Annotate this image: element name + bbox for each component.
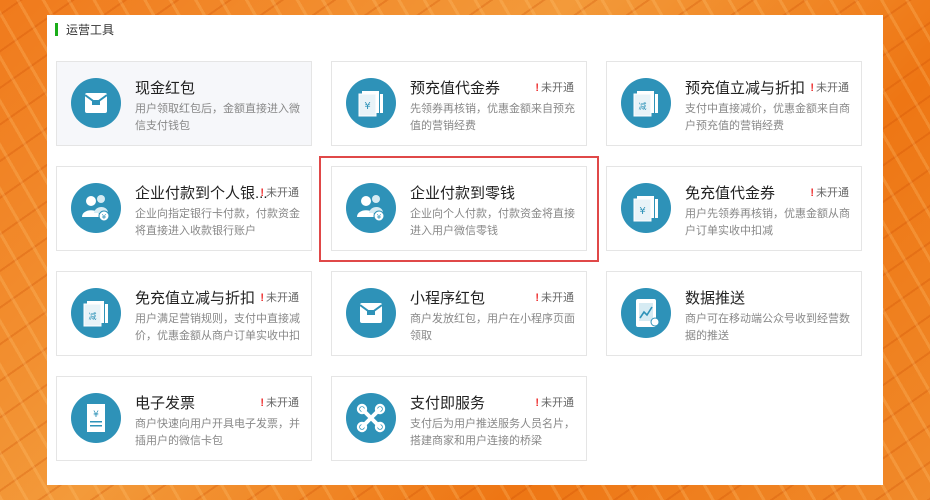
tool-card-title: 企业付款到零钱 [410, 185, 516, 202]
voucher-icon [346, 78, 396, 128]
warning-mark-icon: ! [260, 292, 264, 304]
tool-card-description: 用户满足营销规则，支付中直接减价，优惠金额从商户订单实收中扣 [135, 313, 300, 342]
status-label: 未开通 [541, 292, 574, 304]
status-badge: ! 未开通 [810, 184, 849, 200]
status-label: 未开通 [266, 292, 299, 304]
warning-mark-icon: ! [260, 187, 264, 199]
tool-card-title: 小程序红包 [410, 290, 486, 307]
status-label: 未开通 [266, 397, 299, 409]
tool-card-title: 现金红包 [135, 80, 196, 97]
status-badge: ! 未开通 [260, 394, 299, 410]
tool-card[interactable]: 企业付款到个人银... 企业向指定银行卡付款，付款资金将直接进入收款银行账户! 未开… [56, 166, 312, 251]
tool-card-description: 先领券再核销，优惠金额来自预充值的营销经费 [410, 103, 575, 132]
warning-mark-icon: ! [810, 82, 814, 94]
tablet-chart-icon [621, 288, 671, 338]
status-badge: ! 未开通 [260, 289, 299, 305]
tool-card[interactable]: 小程序红包 商户发放红包，用户在小程序页面领取! 未开通 [331, 271, 587, 356]
people-payment-icon [71, 183, 121, 233]
status-label: 未开通 [541, 82, 574, 94]
tool-card-title: 数据推送 [685, 290, 746, 307]
tool-card-description: 支付后为用户推送服务人员名片，搭建商家和用户连接的桥梁 [410, 418, 575, 447]
tool-card-title: 预充值立减与折扣 [685, 80, 806, 97]
warning-mark-icon: ! [535, 292, 539, 304]
status-badge: ! 未开通 [810, 79, 849, 95]
tool-card[interactable]: 现金红包用户领取红包后，金额直接进入微信支付钱包 [56, 61, 312, 146]
status-label: 未开通 [816, 187, 849, 199]
red-packet-icon [346, 288, 396, 338]
tool-card-title: 企业付款到个人银... [135, 185, 268, 202]
tool-card[interactable]: 预充值立减与折扣 支付中直接减价，优惠金额来自商户预充值的营销经费! 未开通 [606, 61, 862, 146]
tool-card[interactable]: 电子发票 商户快速向用户开具电子发票，并插用户的微信卡包! 未开通 [56, 376, 312, 461]
operation-tools-panel: 运营工具 现金红包用户领取红包后，金额直接进入微信支付钱包 预充值代金券先领券再核… [47, 15, 883, 485]
tool-card-description: 用户先领券再核销，优惠金额从商户订单实收中扣减 [685, 208, 850, 237]
status-label: 未开通 [816, 82, 849, 94]
warning-mark-icon: ! [535, 82, 539, 94]
tool-card[interactable]: 企业付款到零钱企业向个人付款，付款资金将直接进入用户微信零钱 [331, 166, 587, 251]
tool-card[interactable]: 免充值立减与折扣 用户满足营销规则，支付中直接减价，优惠金额从商户订单实收中扣! 未… [56, 271, 312, 356]
people-payment-icon [346, 183, 396, 233]
tool-card-title: 支付即服务 [410, 395, 486, 412]
status-label: 未开通 [541, 397, 574, 409]
tool-card[interactable]: 免充值代金券 用户先领券再核销，优惠金额从商户订单实收中扣减! 未开通 [606, 166, 862, 251]
tool-card-description: 企业向指定银行卡付款，付款资金将直接进入收款银行账户 [135, 208, 300, 237]
tool-card-description: 用户领取红包后，金额直接进入微信支付钱包 [135, 103, 300, 132]
tool-card-description: 企业向个人付款，付款资金将直接进入用户微信零钱 [410, 208, 575, 237]
status-badge: ! 未开通 [260, 184, 299, 200]
discount-icon [71, 288, 121, 338]
status-badge: ! 未开通 [535, 289, 574, 305]
invoice-icon [71, 393, 121, 443]
tool-card-description: 商户发放红包，用户在小程序页面领取 [410, 313, 575, 342]
voucher-icon [621, 183, 671, 233]
discount-icon [621, 78, 671, 128]
section-header: 运营工具 [55, 22, 115, 37]
tool-card-title: 预充值代金券 [410, 80, 501, 97]
warning-mark-icon: ! [810, 187, 814, 199]
section-accent-bar [55, 22, 58, 36]
status-badge: ! 未开通 [535, 394, 574, 410]
tool-card[interactable]: 支付即服务 支付后为用户推送服务人员名片，搭建商家和用户连接的桥梁! 未开通 [331, 376, 587, 461]
tool-card[interactable]: 预充值代金券 先领券再核销，优惠金额来自预充值的营销经费! 未开通 [331, 61, 587, 146]
tool-card-title: 免充值立减与折扣 [135, 290, 256, 307]
tool-card-title: 电子发票 [135, 395, 196, 412]
status-badge: ! 未开通 [535, 79, 574, 95]
section-title: 运营工具 [66, 22, 115, 37]
tool-card-description: 商户快速向用户开具电子发票，并插用户的微信卡包 [135, 418, 300, 447]
red-packet-icon [71, 78, 121, 128]
status-label: 未开通 [266, 187, 299, 199]
tool-card-title: 免充值代金券 [685, 185, 776, 202]
tool-card-description: 支付中直接减价，优惠金额来自商户预充值的营销经费 [685, 103, 850, 132]
tool-card[interactable]: 数据推送商户可在移动端公众号收到经营数据的推送 [606, 271, 862, 356]
warning-mark-icon: ! [260, 397, 264, 409]
tool-card-description: 商户可在移动端公众号收到经营数据的推送 [685, 313, 850, 342]
warning-mark-icon: ! [535, 397, 539, 409]
link-service-icon [346, 393, 396, 443]
